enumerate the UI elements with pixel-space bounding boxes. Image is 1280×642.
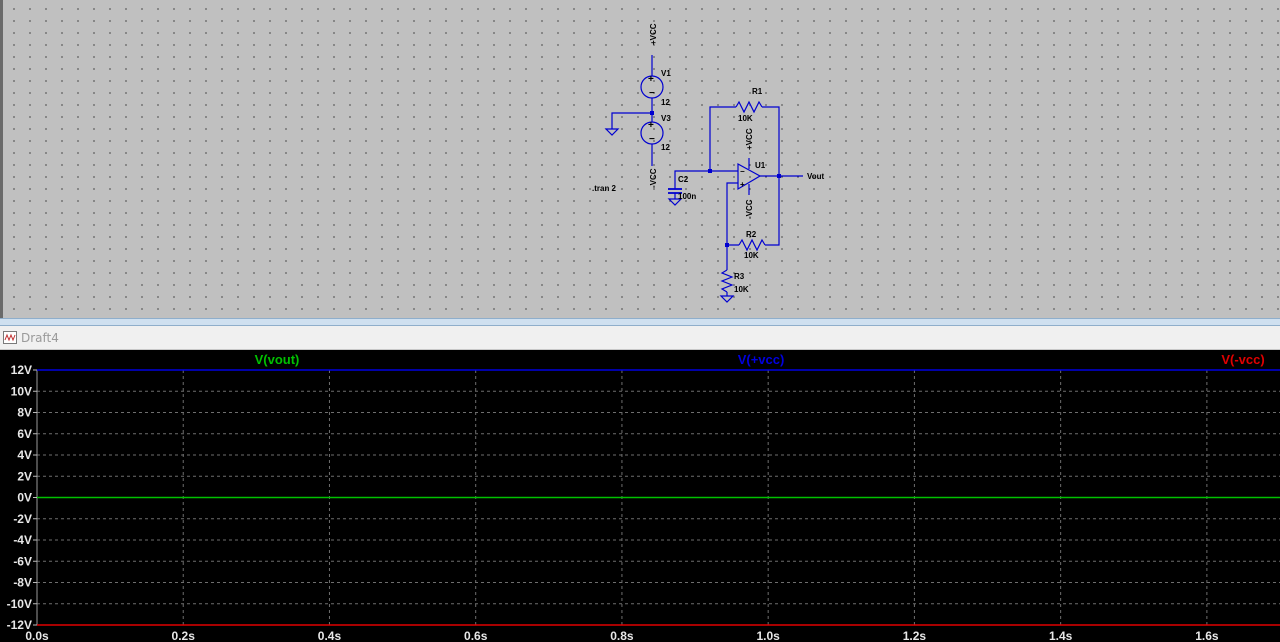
svg-text:−: − <box>649 88 655 99</box>
y-tick-label: -6V <box>13 554 32 568</box>
c2-value: 100n <box>678 192 696 201</box>
schematic-editor[interactable]: + − + − − + +VCC -VCC +VCC -VCC Vout V1 … <box>0 0 1280 320</box>
ground-symbol <box>719 295 735 303</box>
x-tick-label: 1.0s <box>756 629 780 642</box>
svg-text:+: + <box>740 180 745 189</box>
x-tick-label: 1.4s <box>1049 629 1073 642</box>
y-tick-label: -4V <box>13 533 32 547</box>
r1-resistor[interactable] <box>735 100 763 114</box>
waveform-plot[interactable]: 12V 10V 8V 6V 4V 2V 0V -2V -4V -6V -8V -10V -12V 0.0s… <box>0 350 1280 642</box>
v1-name: V1 <box>661 69 671 78</box>
x-tick-label: 1.6s <box>1195 629 1219 642</box>
plot-window-titlebar[interactable]: Draft4 <box>0 326 1280 350</box>
schematic-canvas[interactable]: + − + − − + +VCC -VCC +VCC -VCC Vout V1 … <box>3 0 1280 320</box>
y-tick-label: 0V <box>17 491 32 505</box>
plot-window-title: Draft4 <box>21 331 59 345</box>
svg-text:+: + <box>648 74 654 85</box>
y-tick-label: -8V <box>13 576 32 590</box>
svg-text:−: − <box>740 167 745 176</box>
r2-value: 10K <box>744 251 759 260</box>
r3-value: 10K <box>734 285 749 294</box>
legend-label[interactable]: V(-vcc) <box>1221 352 1264 367</box>
pane-splitter[interactable] <box>0 318 1280 326</box>
r2-name: R2 <box>746 230 757 239</box>
svg-text:−: − <box>649 134 655 145</box>
net-label-opamp-neg-vcc: -VCC <box>745 199 754 219</box>
r3-resistor[interactable] <box>720 269 734 293</box>
r2-resistor[interactable] <box>738 238 766 252</box>
x-tick-label: 0.8s <box>610 629 634 642</box>
net-label-neg-vcc: -VCC <box>649 168 658 188</box>
legend-label[interactable]: V(+vcc) <box>738 352 785 367</box>
y-tick-label: 8V <box>17 406 32 420</box>
r1-name: R1 <box>752 87 763 96</box>
x-tick-label: 0.6s <box>464 629 488 642</box>
spice-directive[interactable]: .tran 2 <box>592 184 617 193</box>
x-tick-label: 0.4s <box>318 629 342 642</box>
c2-name: C2 <box>678 175 689 184</box>
legend-label[interactable]: V(vout) <box>255 352 300 367</box>
svg-text:+: + <box>648 120 654 131</box>
y-tick-label: 4V <box>17 448 32 462</box>
y-tick-label: -10V <box>7 597 32 611</box>
net-label-vout: Vout <box>807 172 825 181</box>
y-tick-label: 12V <box>11 363 32 377</box>
v3-name: V3 <box>661 114 671 123</box>
r1-value: 10K <box>738 114 753 123</box>
net-label-opamp-pos-vcc: +VCC <box>745 128 754 150</box>
y-tick-label: 6V <box>17 427 32 441</box>
u1-name: U1 <box>755 161 766 170</box>
y-tick-label: 2V <box>17 469 32 483</box>
ground-symbol <box>604 128 620 136</box>
net-label-pos-vcc: +VCC <box>649 23 658 45</box>
x-tick-label: 1.2s <box>903 629 927 642</box>
x-tick-label: 0.2s <box>172 629 196 642</box>
x-tick-label: 0.0s <box>25 629 49 642</box>
waveform-canvas[interactable]: 12V10V8V6V4V2V0V-2V-4V-6V-8V-10V-12V0.0s… <box>0 350 1280 642</box>
waveform-window-icon <box>3 331 17 344</box>
y-tick-label: 10V <box>11 384 32 398</box>
r3-name: R3 <box>734 272 745 281</box>
v3-value: 12 <box>661 143 670 152</box>
y-tick-label: -2V <box>13 512 32 526</box>
v1-value: 12 <box>661 98 670 107</box>
